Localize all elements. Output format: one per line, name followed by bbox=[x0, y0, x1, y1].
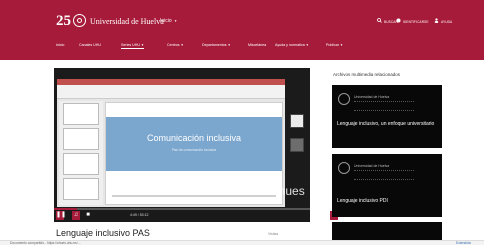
card-university: Universidad de Huelva bbox=[354, 95, 390, 99]
toolbar bbox=[57, 85, 285, 99]
chevron-down-icon: ▼ bbox=[180, 43, 184, 47]
presenter-thumbnail bbox=[290, 138, 304, 152]
card-title: Lenguaje inclusivo, un enfoque universit… bbox=[337, 121, 435, 127]
site-header: 25 Universidad de Huelva Inicio ▼ BUSCAR… bbox=[0, 0, 484, 60]
nav-label: Inicio bbox=[56, 43, 65, 47]
browser-status-bar: Documento compartido - https://uhues.uhu… bbox=[0, 240, 484, 245]
captions-button[interactable]: ■ bbox=[84, 211, 92, 220]
nav-item-7[interactable]: Publicar▼ bbox=[326, 43, 343, 47]
related-heading: Archivos multimedia relacionados bbox=[333, 72, 401, 77]
university-seal-icon bbox=[338, 162, 350, 174]
chevron-down-icon: ▼ bbox=[339, 43, 343, 47]
nav-label: Miscelánea bbox=[248, 43, 267, 47]
chevron-down-icon: ▼ bbox=[227, 43, 231, 47]
nav-label: Ayuda y normativa bbox=[275, 43, 305, 47]
slide-title-band bbox=[106, 117, 282, 171]
nav-item-6[interactable]: Ayuda y normativa▼ bbox=[275, 43, 309, 47]
related-card[interactable]: Universidad de Huelva Lenguaje inclusivo… bbox=[332, 154, 442, 217]
nav-label: Publicar bbox=[326, 43, 339, 47]
video-screen[interactable]: Comunicación inclusiva Plan de comunicac… bbox=[54, 68, 310, 208]
language-selector[interactable]: Inicio ▼ bbox=[160, 18, 177, 24]
chevron-down-icon: ▼ bbox=[305, 43, 309, 47]
slide-thumbnail bbox=[63, 178, 99, 200]
nav-label: Series UHU bbox=[121, 43, 140, 47]
nav-item-4[interactable]: Departamentos▼ bbox=[202, 43, 231, 47]
card-decoration bbox=[354, 101, 414, 111]
slide-thumbnails bbox=[59, 101, 103, 205]
nav-item-2[interactable]: Series UHU▼ bbox=[121, 43, 144, 49]
slide-thumbnail bbox=[63, 153, 99, 175]
nav-label: Centros bbox=[167, 43, 180, 47]
page: 25 Universidad de Huelva Inicio ▼ BUSCAR… bbox=[0, 0, 484, 245]
help-link[interactable]: AYUDA bbox=[441, 20, 452, 24]
current-slide: Comunicación inclusiva Plan de comunicac… bbox=[105, 102, 283, 205]
uhues-watermark: uhues bbox=[272, 184, 305, 198]
nav-item-0[interactable]: Inicio bbox=[56, 43, 64, 47]
video-meta: Visitas bbox=[268, 232, 279, 236]
nav-item-1[interactable]: Canales UHU bbox=[79, 43, 101, 47]
university-seal-icon bbox=[338, 93, 350, 105]
pause-button[interactable]: ❚❚ bbox=[56, 211, 66, 220]
slide-title: Comunicación inclusiva bbox=[146, 133, 242, 143]
login-link[interactable]: IDENTIFICARSE bbox=[403, 20, 429, 24]
chevron-down-icon: ▼ bbox=[174, 19, 178, 23]
chevron-down-icon: ▼ bbox=[140, 43, 144, 47]
progress-fill bbox=[54, 208, 78, 210]
volume-button[interactable]: ♫ bbox=[72, 211, 80, 220]
player-controls bbox=[54, 208, 310, 222]
camera-thumbnail bbox=[290, 114, 304, 128]
university-name[interactable]: Universidad de Huelva bbox=[90, 17, 164, 26]
status-url: Documento compartido - https://uhues.uhu… bbox=[10, 241, 81, 245]
slide-thumbnail bbox=[63, 128, 99, 150]
video-title: Lenguaje inclusivo PAS bbox=[56, 228, 150, 238]
university-seal-icon bbox=[73, 14, 86, 27]
main-nav: Inicio Canales UHU Series UHU▼ Centros▼ … bbox=[0, 40, 484, 52]
slide-footer bbox=[112, 195, 276, 197]
slide-thumbnail bbox=[63, 103, 99, 125]
nav-label: Canales UHU bbox=[79, 43, 101, 47]
search-icon[interactable] bbox=[377, 18, 382, 23]
status-right[interactable]: Extendida bbox=[456, 241, 471, 245]
nav-item-5[interactable]: Miscelánea bbox=[248, 43, 266, 47]
video-player[interactable]: Comunicación inclusiva Plan de comunicac… bbox=[54, 68, 353, 222]
anniversary-logo[interactable]: 25 bbox=[56, 14, 71, 29]
progress-bar[interactable] bbox=[54, 208, 310, 210]
card-university: Universidad de Huelva bbox=[354, 164, 390, 168]
related-card[interactable]: Universidad de Huelva Lenguaje inclusivo… bbox=[332, 85, 442, 148]
nav-item-3[interactable]: Centros▼ bbox=[167, 43, 184, 47]
user-icon bbox=[434, 18, 439, 23]
slide-subtitle: Plan de comunicación inclusiva bbox=[171, 148, 217, 152]
nav-label: Departamentos bbox=[202, 43, 227, 47]
time-display: 4:49 / 53:12 bbox=[130, 213, 149, 217]
language-label: Inicio bbox=[160, 18, 172, 24]
key-icon bbox=[396, 18, 401, 23]
card-title: Lenguaje inclusivo PDI bbox=[337, 198, 388, 204]
card-decoration bbox=[354, 170, 414, 180]
presentation-window: Comunicación inclusiva Plan de comunicac… bbox=[57, 79, 285, 207]
